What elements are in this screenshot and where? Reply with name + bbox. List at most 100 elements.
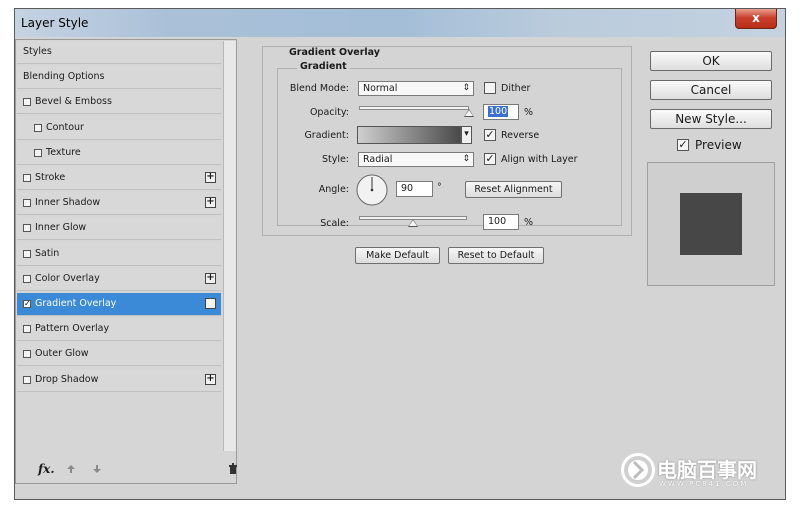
blend-mode-label: Blend Mode: [289, 83, 349, 94]
style-item-label: Bevel & Emboss [35, 96, 112, 108]
style-checkbox[interactable] [23, 375, 31, 384]
style-item-gradient-overlay[interactable]: ✓ Gradient Overlay + [17, 293, 221, 316]
style-checkbox[interactable] [34, 148, 42, 157]
style-item-contour[interactable]: Contour [17, 116, 221, 140]
style-checkbox[interactable] [23, 98, 31, 107]
blend-mode-select[interactable]: Normal ⇕ [358, 81, 474, 96]
move-up-icon[interactable] [66, 464, 76, 474]
style-item-drop-shadow[interactable]: Drop Shadow + [17, 368, 221, 392]
opacity-percent: % [524, 107, 534, 118]
window-title: Layer Style [21, 16, 89, 30]
style-item-label: Blending Options [23, 71, 105, 83]
select-arrow-icon: ⇕ [462, 83, 470, 93]
add-effect-icon[interactable]: + [205, 298, 216, 309]
scale-label: Scale: [320, 218, 349, 229]
watermark-logo-icon [621, 453, 655, 487]
gradient-label: Gradient: [304, 130, 349, 141]
fx-button[interactable]: fx. [38, 462, 55, 476]
reverse-checkbox[interactable]: ✓ [484, 129, 496, 141]
trash-icon[interactable] [228, 463, 238, 475]
group-title: Gradient [297, 61, 350, 72]
style-item-satin[interactable]: Satin [17, 242, 221, 266]
check-icon: ✓ [485, 152, 495, 165]
add-effect-icon[interactable]: + [205, 172, 216, 183]
style-select[interactable]: Radial ⇕ [358, 152, 474, 167]
check-icon: ✓ [485, 128, 495, 141]
add-effect-icon[interactable]: + [205, 373, 216, 385]
style-item-color-overlay[interactable]: Color Overlay + [17, 267, 221, 291]
style-item-label: Pattern Overlay [35, 323, 110, 335]
align-with-layer-checkbox[interactable]: ✓ [484, 153, 496, 165]
check-icon: ✓ [678, 138, 688, 151]
gradient-dropdown-button[interactable]: ▾ [461, 126, 472, 144]
style-item-pattern-overlay[interactable]: Pattern Overlay [17, 318, 221, 342]
watermark-name: 电脑百事网 [657, 458, 757, 482]
preview-swatch [680, 193, 742, 255]
cancel-button[interactable]: Cancel [650, 80, 772, 100]
style-item-label: Inner Glow [35, 222, 87, 234]
ok-button[interactable]: OK [650, 51, 772, 71]
style-item-label: Stroke [35, 172, 66, 183]
style-item-label: Drop Shadow [35, 373, 99, 385]
style-checkbox[interactable]: ✓ [23, 300, 31, 308]
reset-to-default-button[interactable]: Reset to Default [448, 247, 544, 264]
style-item-stroke[interactable]: Stroke + [17, 167, 221, 190]
dropdown-arrow-icon: ▾ [464, 129, 469, 139]
style-item-label: Texture [46, 146, 81, 158]
style-item-label: Contour [46, 121, 84, 133]
degree-symbol: ° [437, 182, 442, 193]
add-effect-icon[interactable]: + [205, 197, 216, 209]
opacity-slider[interactable] [359, 106, 469, 110]
opacity-value: 100 [488, 106, 509, 117]
styles-list-footer: fx. [16, 456, 238, 482]
styles-list-panel: Styles Blending Options Bevel & Emboss Cont… [15, 39, 237, 484]
angle-input[interactable]: 90 [396, 181, 433, 197]
style-checkbox[interactable] [23, 199, 31, 208]
align-with-layer-label: Align with Layer [501, 154, 578, 165]
angle-dial[interactable] [355, 173, 389, 207]
dither-checkbox[interactable] [484, 82, 496, 94]
section-title: Gradient Overlay [286, 47, 383, 58]
new-style-button[interactable]: New Style... [650, 109, 772, 129]
reset-alignment-button[interactable]: Reset Alignment [465, 181, 562, 198]
style-label: Style: [321, 154, 349, 165]
style-item-outer-glow[interactable]: Outer Glow [17, 343, 221, 367]
style-checkbox[interactable] [34, 123, 42, 132]
style-checkbox[interactable] [23, 224, 31, 233]
style-checkbox[interactable] [23, 274, 31, 283]
watermark-url: WWW.PC841.COM [659, 480, 749, 488]
close-button[interactable]: x [735, 9, 777, 29]
make-default-button[interactable]: Make Default [355, 247, 440, 264]
opacity-slider-thumb[interactable] [464, 109, 474, 117]
style-item-inner-glow[interactable]: Inner Glow [17, 217, 221, 241]
style-item-label: Satin [35, 247, 60, 259]
scale-input[interactable]: 100 [483, 214, 519, 230]
dither-label: Dither [501, 83, 531, 94]
style-checkbox[interactable] [23, 325, 31, 334]
move-down-icon[interactable] [92, 464, 102, 474]
style-item-texture[interactable]: Texture [17, 141, 221, 165]
opacity-input[interactable]: 100 [483, 104, 519, 120]
style-value: Radial [363, 154, 393, 165]
styles-list-scrollbar[interactable] [223, 41, 236, 451]
style-item-label: Styles [23, 46, 52, 57]
preview-label: Preview [695, 138, 742, 152]
preview-checkbox[interactable]: ✓ [677, 139, 689, 151]
style-item-inner-shadow[interactable]: Inner Shadow + [17, 192, 221, 216]
style-item-styles[interactable]: Styles [17, 41, 221, 64]
watermark: 电脑百事网 WWW.PC841.COM [620, 452, 785, 492]
style-checkbox[interactable] [23, 174, 31, 182]
style-checkbox[interactable] [23, 350, 31, 359]
style-item-bevel-emboss[interactable]: Bevel & Emboss [17, 91, 221, 115]
style-item-blending-options[interactable]: Blending Options [17, 66, 221, 90]
gradient-swatch[interactable] [357, 126, 461, 144]
close-icon: x [752, 11, 760, 25]
title-bar[interactable]: Layer Style x [15, 9, 785, 37]
scale-value: 100 [488, 216, 507, 227]
style-item-label: Outer Glow [35, 348, 89, 360]
scale-slider-thumb[interactable] [408, 219, 418, 227]
add-effect-icon[interactable]: + [205, 272, 216, 284]
style-checkbox[interactable] [23, 249, 31, 258]
select-arrow-icon: ⇕ [462, 154, 470, 164]
style-item-label: Gradient Overlay [35, 298, 117, 309]
